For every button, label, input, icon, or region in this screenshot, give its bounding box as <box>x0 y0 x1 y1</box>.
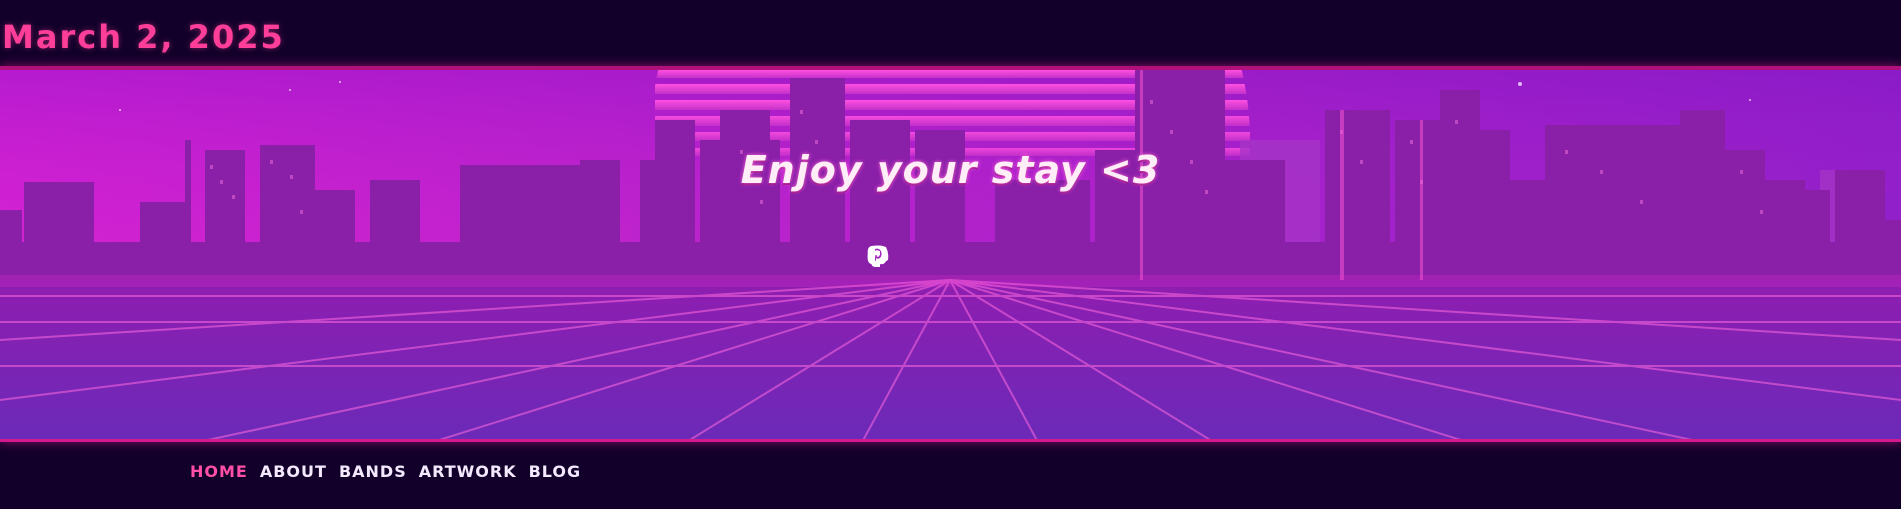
main-nav: HOME ABOUT BANDS ARTWORK BLOG <box>190 462 581 481</box>
banner-tagline: Enjoy your stay <3 <box>740 148 1161 192</box>
tumblr-link[interactable] <box>868 244 1034 268</box>
nav-bands[interactable]: BANDS <box>339 462 407 481</box>
tumblr-icon <box>868 246 880 267</box>
social-links <box>866 244 1034 268</box>
nav-home[interactable]: HOME <box>190 462 248 481</box>
hero-banner: Enjoy your stay <3 <box>0 66 1901 442</box>
discord-link[interactable] <box>867 244 938 268</box>
nav-artwork[interactable]: ARTWORK <box>419 462 517 481</box>
nav-about[interactable]: ABOUT <box>260 462 327 481</box>
page-date: March 2, 2025 <box>2 18 285 56</box>
pinterest-link[interactable] <box>867 244 986 268</box>
nav-blog[interactable]: BLOG <box>529 462 582 481</box>
